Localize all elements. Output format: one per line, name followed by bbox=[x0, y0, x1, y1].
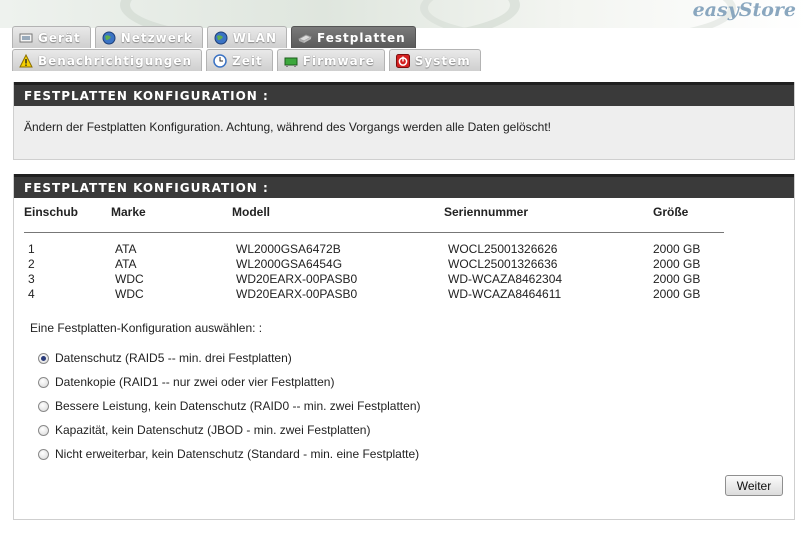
tab-benachrichtigungen[interactable]: Benachrichtigungen bbox=[12, 49, 203, 71]
tab-wlan[interactable]: WLAN bbox=[206, 26, 287, 48]
table-header-row: Einschub Marke Modell Seriennummer Größe bbox=[24, 205, 724, 233]
tab-label: System bbox=[414, 53, 471, 68]
disk-icon bbox=[298, 31, 312, 45]
table-cell: WOCL25001326626 bbox=[448, 242, 558, 256]
clock-icon bbox=[213, 53, 227, 68]
table-cell: 2000 GB bbox=[653, 257, 701, 271]
tab-zeit[interactable]: Zeit bbox=[206, 49, 273, 71]
table-cell: WL2000GSA6472B bbox=[236, 242, 341, 256]
option-label: Datenschutz (RAID5 -- min. drei Festplat… bbox=[55, 351, 292, 365]
power-icon bbox=[395, 53, 410, 68]
device-icon bbox=[19, 31, 33, 45]
banner-decoration bbox=[420, 0, 736, 28]
table-row: 1 ATA WL2000GSA6472B WOCL25001326626 200… bbox=[24, 233, 724, 258]
table-cell: 2000 GB bbox=[653, 272, 701, 286]
tab-label: Benachrichtigungen bbox=[38, 53, 193, 68]
table-cell: 3 bbox=[28, 272, 35, 286]
config-panel: FESTPLATTEN KONFIGURATION : Einschub Mar… bbox=[13, 174, 795, 520]
column-header: Marke bbox=[111, 205, 232, 233]
tab-label: WLAN bbox=[232, 30, 277, 45]
header-banner: easyStore bbox=[0, 0, 808, 28]
warning-message: Ändern der Festplatten Konfiguration. Ac… bbox=[24, 120, 552, 134]
table-cell: WDC bbox=[115, 287, 144, 301]
option-label: Kapazität, kein Datenschutz (JBOD - min.… bbox=[55, 423, 371, 437]
table-cell: WD20EARX-00PASB0 bbox=[236, 272, 358, 286]
column-header: Einschub bbox=[24, 205, 111, 233]
raid-choice-label: Eine Festplatten-Konfiguration auswählen… bbox=[30, 321, 263, 335]
tab-geraet[interactable]: Gerät bbox=[12, 26, 91, 48]
table-cell: 4 bbox=[28, 287, 35, 301]
table-cell: WOCL25001326636 bbox=[448, 257, 558, 271]
globe-icon bbox=[102, 31, 116, 45]
raid-options: Datenschutz (RAID5 -- min. drei Festplat… bbox=[38, 346, 420, 466]
table-cell: 2000 GB bbox=[653, 287, 701, 301]
tab-label: Firmware bbox=[302, 53, 375, 68]
tab-firmware[interactable]: Firmware bbox=[276, 49, 385, 71]
radio-button[interactable] bbox=[38, 352, 49, 364]
main-tabs-row-2: Benachrichtigungen Zeit Firmware System bbox=[12, 49, 485, 71]
table-cell: WL2000GSA6454G bbox=[236, 257, 343, 271]
option-label: Bessere Leistung, kein Datenschutz (RAID… bbox=[55, 399, 421, 413]
raid-option-raid0[interactable]: Bessere Leistung, kein Datenschutz (RAID… bbox=[38, 394, 420, 418]
info-panel: FESTPLATTEN KONFIGURATION : Ändern der F… bbox=[13, 82, 795, 160]
table-cell: WD-WCAZA8462304 bbox=[448, 272, 563, 286]
raid-option-raid5[interactable]: Datenschutz (RAID5 -- min. drei Festplat… bbox=[38, 346, 420, 370]
firmware-icon bbox=[284, 54, 298, 68]
table-cell: 2000 GB bbox=[653, 242, 701, 256]
brand-logo: easyStore bbox=[692, 0, 796, 21]
radio-button[interactable] bbox=[38, 376, 49, 388]
column-header: Größe bbox=[653, 205, 724, 233]
panel-title: FESTPLATTEN KONFIGURATION : bbox=[14, 174, 794, 198]
next-button[interactable]: Weiter bbox=[725, 475, 783, 496]
table-row: 4 WDC WD20EARX-00PASB0 WD-WCAZA8464611 2… bbox=[24, 287, 724, 302]
panel-title: FESTPLATTEN KONFIGURATION : bbox=[14, 82, 794, 106]
table-cell: WD-WCAZA8464611 bbox=[448, 287, 562, 301]
table-row: 2 ATA WL2000GSA6454G WOCL25001326636 200… bbox=[24, 257, 724, 272]
radio-button[interactable] bbox=[38, 424, 49, 436]
warning-icon bbox=[19, 53, 33, 68]
column-header: Modell bbox=[232, 205, 444, 233]
raid-option-raid1[interactable]: Datenkopie (RAID1 -- nur zwei oder vier … bbox=[38, 370, 420, 394]
option-label: Nicht erweiterbar, kein Datenschutz (Sta… bbox=[55, 447, 420, 461]
table-row: 3 WDC WD20EARX-00PASB0 WD-WCAZA8462304 2… bbox=[24, 272, 724, 287]
tab-label: Festplatten bbox=[317, 30, 406, 45]
option-label: Datenkopie (RAID1 -- nur zwei oder vier … bbox=[55, 375, 335, 389]
tab-label: Gerät bbox=[38, 30, 81, 45]
main-tabs-row-1: Gerät Netzwerk WLAN Festplatten bbox=[12, 26, 420, 48]
radio-button[interactable] bbox=[38, 400, 49, 412]
table-cell: 1 bbox=[28, 242, 35, 256]
table-cell: WD20EARX-00PASB0 bbox=[236, 287, 358, 301]
disk-table: Einschub Marke Modell Seriennummer Größe… bbox=[24, 205, 724, 302]
tab-netzwerk[interactable]: Netzwerk bbox=[94, 26, 203, 48]
globe-icon bbox=[214, 31, 228, 45]
table-cell: ATA bbox=[115, 242, 137, 256]
radio-button[interactable] bbox=[38, 448, 49, 460]
tab-label: Zeit bbox=[232, 53, 263, 68]
column-header: Seriennummer bbox=[444, 205, 653, 233]
table-cell: WDC bbox=[115, 272, 144, 286]
raid-option-jbod[interactable]: Kapazität, kein Datenschutz (JBOD - min.… bbox=[38, 418, 420, 442]
tab-system[interactable]: System bbox=[388, 49, 481, 71]
tab-label: Netzwerk bbox=[120, 30, 193, 45]
table-cell: ATA bbox=[115, 257, 137, 271]
table-cell: 2 bbox=[28, 257, 35, 271]
tab-festplatten[interactable]: Festplatten bbox=[291, 26, 416, 48]
raid-option-standard[interactable]: Nicht erweiterbar, kein Datenschutz (Sta… bbox=[38, 442, 420, 466]
